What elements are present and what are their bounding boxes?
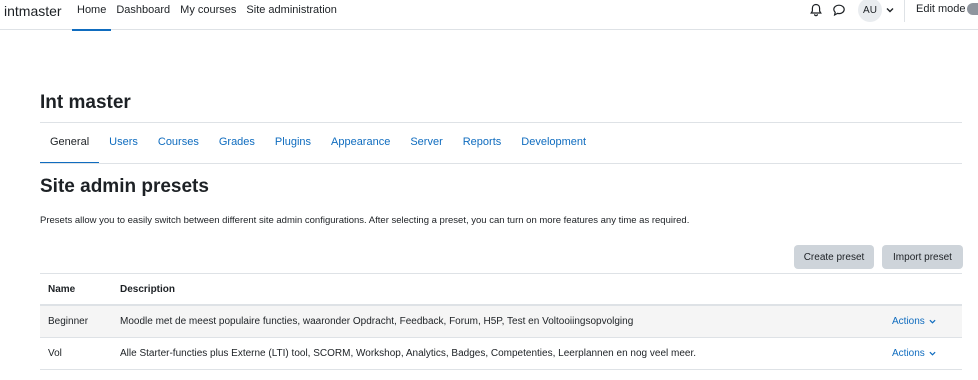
section-heading: Site admin presets	[40, 176, 209, 197]
nav-link-my-courses[interactable]: My courses	[175, 0, 241, 30]
actions-menu[interactable]: Actions	[892, 316, 936, 327]
table-header: Name Description	[40, 273, 962, 306]
intro-text: Presets allow you to easily switch betwe…	[40, 215, 690, 226]
edit-mode-label: Edit mode	[916, 3, 966, 15]
import-preset-button[interactable]: Import preset	[882, 245, 963, 269]
tab-plugins[interactable]: Plugins	[265, 123, 321, 163]
preset-description: Moodle met de meest populaire functies, …	[120, 316, 634, 327]
primary-navigation: Home Dashboard My courses Site administr…	[72, 0, 342, 31]
chevron-down-icon	[929, 351, 936, 356]
bell-icon[interactable]	[809, 3, 823, 17]
tabs-divider	[40, 163, 962, 164]
tab-appearance[interactable]: Appearance	[321, 123, 400, 163]
nav-link-dashboard[interactable]: Dashboard	[111, 0, 175, 30]
secondary-navigation: General Users Courses Grades Plugins App…	[40, 123, 596, 164]
tab-development[interactable]: Development	[511, 123, 596, 163]
nav-link-home[interactable]: Home	[72, 0, 112, 31]
chat-icon[interactable]	[832, 3, 846, 17]
chevron-down-icon[interactable]	[886, 6, 894, 14]
tab-reports[interactable]: Reports	[453, 123, 512, 163]
presets-table: Name Description Beginner Moodle met de …	[40, 273, 962, 370]
preset-name: Vol	[48, 348, 62, 359]
top-navbar: intmaster Home Dashboard My courses Site…	[0, 0, 978, 31]
column-header-name: Name	[48, 284, 76, 295]
actions-menu[interactable]: Actions	[892, 348, 936, 359]
site-brand[interactable]: intmaster	[4, 3, 62, 19]
tab-users[interactable]: Users	[99, 123, 148, 163]
tab-grades[interactable]: Grades	[209, 123, 265, 163]
column-header-description: Description	[120, 284, 176, 295]
create-preset-button[interactable]: Create preset	[794, 245, 874, 269]
tab-general[interactable]: General	[40, 123, 100, 164]
actions-label: Actions	[892, 348, 925, 359]
chevron-down-icon	[929, 319, 936, 324]
preset-description: Alle Starter-functies plus Externe (LTI)…	[120, 348, 697, 359]
page-header-title: Int master	[40, 92, 131, 113]
table-row: Vol Alle Starter-functies plus Externe (…	[40, 338, 962, 370]
table-row: Beginner Moodle met de meest populaire f…	[40, 306, 962, 338]
tab-server[interactable]: Server	[400, 123, 452, 163]
tab-courses[interactable]: Courses	[148, 123, 209, 163]
user-avatar[interactable]: AU	[858, 0, 882, 22]
edit-mode-toggle[interactable]	[967, 3, 978, 15]
navbar-divider	[904, 0, 905, 22]
actions-label: Actions	[892, 316, 925, 327]
preset-name: Beginner	[48, 316, 89, 327]
nav-link-site-administration[interactable]: Site administration	[241, 0, 342, 30]
